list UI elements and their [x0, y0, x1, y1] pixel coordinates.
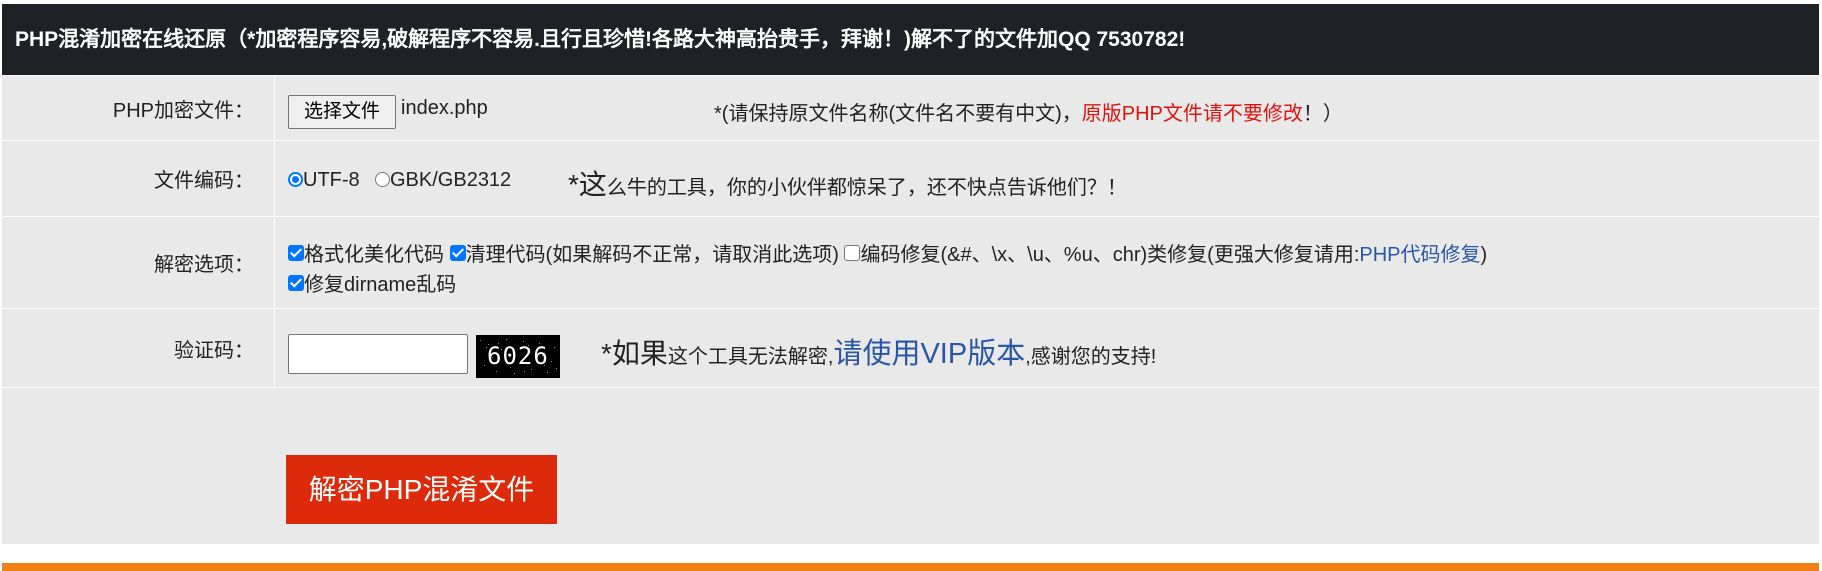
php-code-repair-link[interactable]: PHP代码修复: [1359, 244, 1480, 266]
decrypt-form-panel: PHP混淆加密在线还原（*加密程序容易,破解程序不容易.且行且珍惜!各路大神高抬…: [2, 4, 1819, 544]
option-line-2: 修复dirname乱码: [288, 268, 456, 297]
encoding-repair-label: 编码修复(&#、\x、\u、%u、chr)类修复(更强大修复请用:: [860, 244, 1360, 266]
encoding-repair-checkbox[interactable]: [844, 245, 861, 261]
page-title: PHP混淆加密在线还原（*加密程序容易,破解程序不容易.且行且珍惜!各路大神高抬…: [2, 4, 1819, 75]
encoding-gbk-option[interactable]: GBK/GB2312: [375, 169, 511, 192]
encoding-promo-text: *这么牛的工具，你的小伙伴都惊呆了，还不快点告诉他们？！: [568, 163, 1127, 203]
promo-lead: *这: [568, 169, 607, 200]
option-line-1: 格式化美化代码 清理代码(如果解码不正常，请取消此选项) 编码修复(&#、\x、…: [288, 238, 1487, 267]
encoding-repair-close: ): [1480, 244, 1488, 266]
submit-row: [2, 387, 1819, 544]
file-note-warning: 原版PHP文件请不要修改: [1081, 103, 1303, 125]
options-row: 解密选项： 格式化美化代码 清理代码(如果解码不正常，请取消此选项) 编码修复(…: [2, 216, 1819, 308]
options-label: 解密选项：: [2, 217, 275, 308]
promo-rest: 么牛的工具，你的小伙伴都惊呆了，还不快点告诉他们？！: [606, 177, 1127, 199]
choose-file-button[interactable]: 选择文件: [288, 95, 396, 129]
clean-code-label: 清理代码(如果解码不正常，请取消此选项): [465, 244, 839, 266]
format-code-label: 格式化美化代码: [304, 244, 444, 266]
file-note-prefix: *(请保持原文件名称(文件名不要有中文)，: [714, 103, 1082, 125]
encoding-row: 文件编码： UTF-8 GBK/GB2312 *这么牛的工具，你的小伙伴都惊呆了…: [2, 140, 1819, 216]
selected-file-name: index.php: [401, 97, 488, 119]
captcha-input[interactable]: [288, 334, 468, 374]
gbk-radio[interactable]: [375, 172, 390, 187]
captcha-code-text: 6026: [487, 342, 549, 370]
dirname-fix-checkbox[interactable]: [288, 275, 304, 291]
captcha-note-text: 这个工具无法解密,: [667, 346, 834, 368]
encoding-label: 文件编码：: [2, 141, 275, 216]
vip-version-link[interactable]: 请使用VIP版本: [833, 338, 1025, 370]
dirname-fix-label: 修复dirname乱码: [304, 274, 457, 296]
file-note-suffix: ！）: [1302, 103, 1343, 125]
bottom-accent-bar: [2, 563, 1819, 571]
captcha-row: 验证码： 6026 *如果这个工具无法解密,请使用VIP版本,感谢您的支持!: [2, 308, 1819, 387]
utf8-radio[interactable]: [288, 172, 303, 187]
file-label: PHP加密文件：: [2, 76, 275, 140]
file-note: *(请保持原文件名称(文件名不要有中文)，原版PHP文件请不要修改！）: [714, 97, 1343, 126]
encoding-utf8-option[interactable]: UTF-8: [288, 169, 360, 192]
captcha-label: 验证码：: [2, 309, 275, 387]
gbk-radio-label: GBK/GB2312: [390, 169, 512, 191]
captcha-note-end: ,感谢您的支持!: [1025, 346, 1157, 368]
clean-code-checkbox[interactable]: [449, 245, 466, 261]
captcha-note: *如果这个工具无法解密,请使用VIP版本,感谢您的支持!: [601, 330, 1156, 372]
captcha-image[interactable]: 6026: [476, 335, 560, 378]
file-row: PHP加密文件： 选择文件 index.php *(请保持原文件名称(文件名不要…: [2, 75, 1819, 140]
decrypt-submit-button[interactable]: 解密PHP混淆文件: [286, 455, 557, 524]
format-code-checkbox[interactable]: [288, 245, 304, 261]
utf8-radio-label: UTF-8: [303, 169, 360, 191]
captcha-note-lead: *如果: [601, 338, 668, 369]
